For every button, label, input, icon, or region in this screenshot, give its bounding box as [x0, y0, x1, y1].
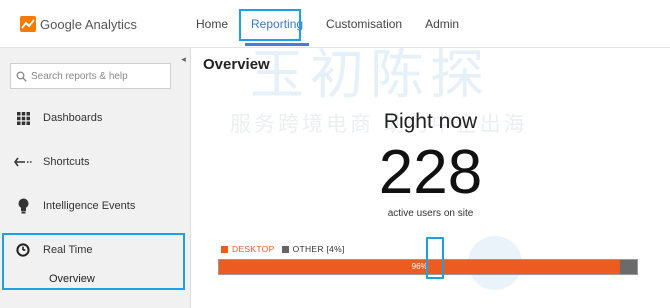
search-icon — [16, 71, 27, 82]
top-bar: Google Analytics Home Reporting Customis… — [0, 0, 670, 48]
active-users-count: 228 — [378, 138, 483, 207]
nav-customisation[interactable]: Customisation — [316, 0, 412, 48]
other-share-segment — [620, 260, 637, 274]
nav-admin[interactable]: Admin — [415, 0, 469, 48]
desktop-share-segment: 96% — [219, 260, 621, 274]
shortcut-arrow-icon — [13, 157, 33, 167]
legend-other-label: OTHER [4%] — [292, 244, 345, 254]
right-now-title: Right now — [383, 110, 478, 133]
legend-swatch-desktop — [221, 245, 228, 253]
nav-home[interactable]: Home — [186, 0, 238, 48]
search-box[interactable] — [10, 63, 171, 89]
brand[interactable]: Google Analytics — [20, 15, 137, 33]
other-segment-highlight-box — [426, 237, 444, 279]
legend-desktop-label: DESKTOP — [232, 244, 275, 254]
sidebar-item-label: Intelligence Events — [43, 200, 136, 212]
active-users-caption: active users on site — [387, 208, 474, 219]
sidebar-item-intelligence-events[interactable]: Intelligence Events — [0, 184, 190, 228]
main-nav: Home Reporting Customisation Admin — [186, 0, 472, 48]
page-title: Overview — [203, 56, 270, 73]
sidebar-item-label: Dashboards — [43, 112, 103, 124]
reporting-highlight-box — [239, 9, 301, 41]
analytics-logo-icon — [20, 16, 36, 32]
collapse-sidebar-button[interactable]: ◂ — [178, 52, 189, 66]
sidebar-item-label: Shortcuts — [43, 156, 90, 168]
sidebar-item-dashboards[interactable]: Dashboards — [0, 96, 190, 140]
real-time-highlight-box — [2, 233, 185, 290]
search-input[interactable] — [31, 70, 166, 82]
lightbulb-icon — [13, 198, 33, 214]
grid-icon — [13, 111, 33, 125]
legend-swatch-other — [281, 245, 289, 253]
device-legend: DESKTOP OTHER [4%] — [221, 244, 352, 254]
brand-name: Google Analytics — [40, 16, 137, 32]
sidebar-item-shortcuts[interactable]: Shortcuts — [0, 140, 190, 184]
